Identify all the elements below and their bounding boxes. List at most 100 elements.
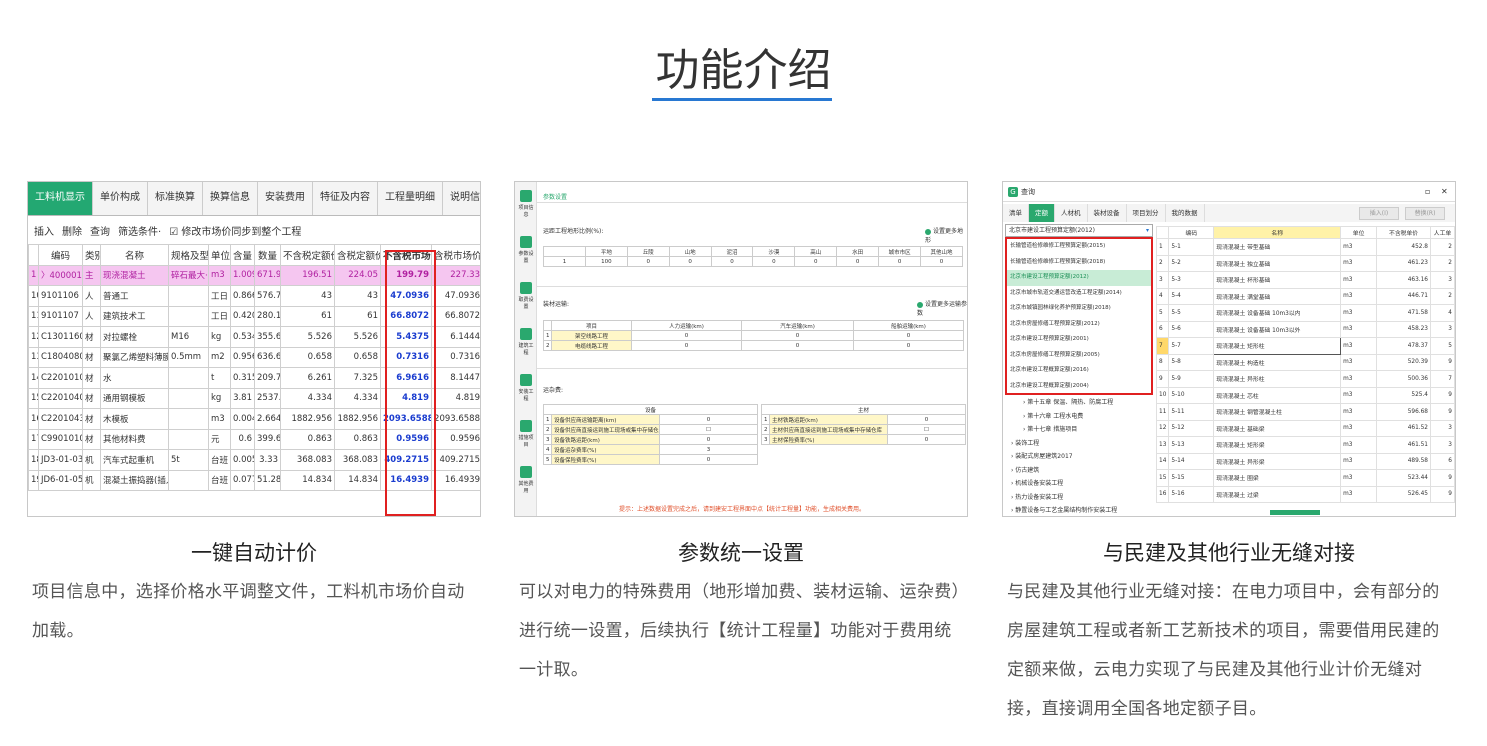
side-nav-item[interactable]: 安装工程 <box>517 374 535 402</box>
table-cell[interactable]: 409.2715 <box>431 449 480 471</box>
table-cell[interactable]: 16 <box>1155 485 1170 503</box>
table-cell[interactable]: m3 <box>1340 238 1378 256</box>
fee-cell[interactable]: ☐ <box>886 424 967 435</box>
table-cell[interactable]: 368.083 <box>334 449 381 471</box>
insert-button[interactable]: 插入(I) <box>1359 207 1399 220</box>
tree-item[interactable]: › 机械设备安装工程 <box>1005 477 1153 491</box>
side-nav-item[interactable]: 项目信息 <box>517 190 535 218</box>
table-cell[interactable]: 4.334 <box>334 387 381 409</box>
table-cell[interactable]: 500.36 <box>1376 370 1431 388</box>
table-cell[interactable]: 671.994 <box>254 264 281 286</box>
transport-row[interactable]: 2 电缆线路工程 0 0 0 <box>543 340 964 351</box>
table-cell[interactable]: 9 <box>1429 485 1455 503</box>
table-cell[interactable]: 现浇混凝土 异形柱 <box>1213 370 1342 388</box>
tab-3[interactable]: 换算信息 <box>203 182 258 215</box>
fee-row[interactable]: 2 设备供应商直接运到施工现场或集中存储仓库 ☐ <box>543 424 759 435</box>
table-cell[interactable]: 0.4206 <box>230 305 255 327</box>
table-cell[interactable]: 现浇混凝土 满堂基础 <box>1213 287 1342 305</box>
tab-2[interactable]: 标准换算 <box>148 182 203 215</box>
table-cell[interactable]: m3 <box>1340 386 1378 404</box>
table-cell[interactable]: 51.282 <box>254 469 281 491</box>
table-cell[interactable]: 现浇混凝土 基础梁 <box>1213 419 1342 437</box>
table-cell[interactable]: 0.077 <box>230 469 255 491</box>
tab-5[interactable]: 特征及内容 <box>313 182 378 215</box>
table-cell[interactable]: 16.4939 <box>431 469 480 491</box>
table-cell[interactable]: 3 <box>1155 271 1170 289</box>
table-row[interactable]: 4 5-4 现浇混凝土 满堂基础 m3 446.71 2 <box>1155 287 1455 305</box>
table-cell[interactable]: 0.005 <box>230 449 255 471</box>
table-cell[interactable]: 43 <box>280 285 335 307</box>
table-cell[interactable]: 5-7 <box>1168 337 1215 355</box>
table-cell[interactable]: 0.658 <box>280 346 335 368</box>
replace-button[interactable]: 替换(R) <box>1405 207 1445 220</box>
table-cell[interactable]: 452.8 <box>1376 238 1431 256</box>
table-cell[interactable]: 6 <box>1429 452 1455 470</box>
table-cell[interactable]: 6.261 <box>280 367 335 389</box>
table-cell[interactable]: 5-5 <box>1168 304 1215 322</box>
table-cell[interactable]: 现浇混凝土 矩形柱 <box>1213 337 1342 355</box>
tab-0[interactable]: 清单 <box>1003 204 1029 222</box>
table-cell[interactable]: 3.33 <box>254 449 281 471</box>
table-cell[interactable]: 2093.6588 <box>431 408 480 430</box>
tree-item[interactable]: › 第十五章 保温、隔热、防腐工程 <box>1005 396 1153 410</box>
table-cell[interactable]: 596.68 <box>1376 403 1431 421</box>
side-nav-item[interactable]: 建筑工程 <box>517 328 535 356</box>
table-cell[interactable]: 3 <box>1429 320 1455 338</box>
table-cell[interactable]: 1 <box>1155 238 1170 256</box>
dropdown-option[interactable]: 北京市建设工程预算定额(2012) <box>1007 270 1151 286</box>
table-row[interactable]: 14 5-14 现浇混凝土 异形梁 m3 489.58 6 <box>1155 452 1455 470</box>
toolbar-item[interactable]: 筛选条件· <box>118 223 161 238</box>
table-cell[interactable]: m3 <box>1340 436 1378 454</box>
tree-item[interactable]: › 静置设备与工艺金属结构制作安装工程 <box>1005 504 1153 516</box>
table-cell[interactable]: m3 <box>1340 337 1378 355</box>
tab-1[interactable]: 定额 <box>1029 204 1055 222</box>
table-cell[interactable]: 61 <box>280 305 335 327</box>
table-cell[interactable]: m3 <box>1340 287 1378 305</box>
tab-2[interactable]: 人材机 <box>1055 204 1088 222</box>
table-cell[interactable]: 现浇混凝土 带型基础 <box>1213 238 1342 256</box>
tab-4[interactable]: 安装费用 <box>258 182 313 215</box>
table-cell[interactable]: 3 <box>1429 419 1455 437</box>
fee-row[interactable]: 5 设备保险费率(%) 0 <box>543 454 759 465</box>
table-cell[interactable]: m3 <box>1340 485 1378 503</box>
table-cell[interactable]: 5-15 <box>1168 469 1215 487</box>
table-cell[interactable]: 47.0936 <box>431 285 480 307</box>
table-cell[interactable]: 4 <box>1429 304 1455 322</box>
tab-1[interactable]: 单价构成 <box>93 182 148 215</box>
table-cell[interactable]: m3 <box>1340 320 1378 338</box>
table-cell[interactable]: 5-4 <box>1168 287 1215 305</box>
table-cell[interactable]: 现浇混凝土 杯形基础 <box>1213 271 1342 289</box>
table-cell[interactable]: m3 <box>1340 469 1378 487</box>
table-cell[interactable]: 458.23 <box>1376 320 1431 338</box>
table-cell[interactable]: 478.37 <box>1376 337 1431 355</box>
table-cell[interactable]: 现浇混凝土 圈梁 <box>1213 469 1342 487</box>
table-cell[interactable]: 14 <box>1155 452 1170 470</box>
tree-item[interactable]: › 第十七章 措施项目 <box>1005 423 1153 437</box>
fee-row[interactable]: 3 主材保险费率(%) 0 <box>761 434 967 445</box>
table-row[interactable]: 8 5-8 现浇混凝土 构造柱 m3 520.39 9 <box>1155 353 1455 371</box>
table-cell[interactable]: 13 <box>1155 436 1170 454</box>
table-cell[interactable]: 471.58 <box>1376 304 1431 322</box>
table-row[interactable]: 2 5-2 现浇混凝土 独立基础 m3 461.23 2 <box>1155 254 1455 272</box>
table-cell[interactable]: 446.71 <box>1376 287 1431 305</box>
table-cell[interactable]: 现浇混凝土 设备基础 10m3以内 <box>1213 304 1342 322</box>
table-cell[interactable]: 9 <box>1429 386 1455 404</box>
table-cell[interactable]: 9 <box>1429 353 1455 371</box>
tree-item[interactable]: › 第十六章 工程水电费 <box>1005 410 1153 424</box>
table-cell[interactable]: 227.33 <box>431 264 480 286</box>
tab-7[interactable]: 说明信息 <box>443 182 480 215</box>
fee-row[interactable]: 2 主材供应商直接运到施工现场或集中存储仓库 ☐ <box>761 424 967 435</box>
table-row[interactable]: 7 5-7 现浇混凝土 矩形柱 m3 478.37 5 <box>1155 337 1455 355</box>
table-cell[interactable]: 5-1 <box>1168 238 1215 256</box>
fee-cell[interactable]: 0 <box>658 454 759 465</box>
table-cell[interactable]: 2537.46 <box>254 387 281 409</box>
table-cell[interactable]: 0.863 <box>334 428 381 450</box>
table-cell[interactable]: 4 <box>1155 287 1170 305</box>
table-cell[interactable]: 0.6 <box>230 428 255 450</box>
table-cell[interactable]: m3 <box>1340 403 1378 421</box>
table-cell[interactable]: 523.44 <box>1376 469 1431 487</box>
table-cell[interactable]: 489.58 <box>1376 452 1431 470</box>
fee-row[interactable]: 4 设备运杂费率(%) 3 <box>543 444 759 455</box>
toolbar-item[interactable]: 删除 <box>62 223 82 238</box>
table-cell[interactable]: 355.644 <box>254 326 281 348</box>
